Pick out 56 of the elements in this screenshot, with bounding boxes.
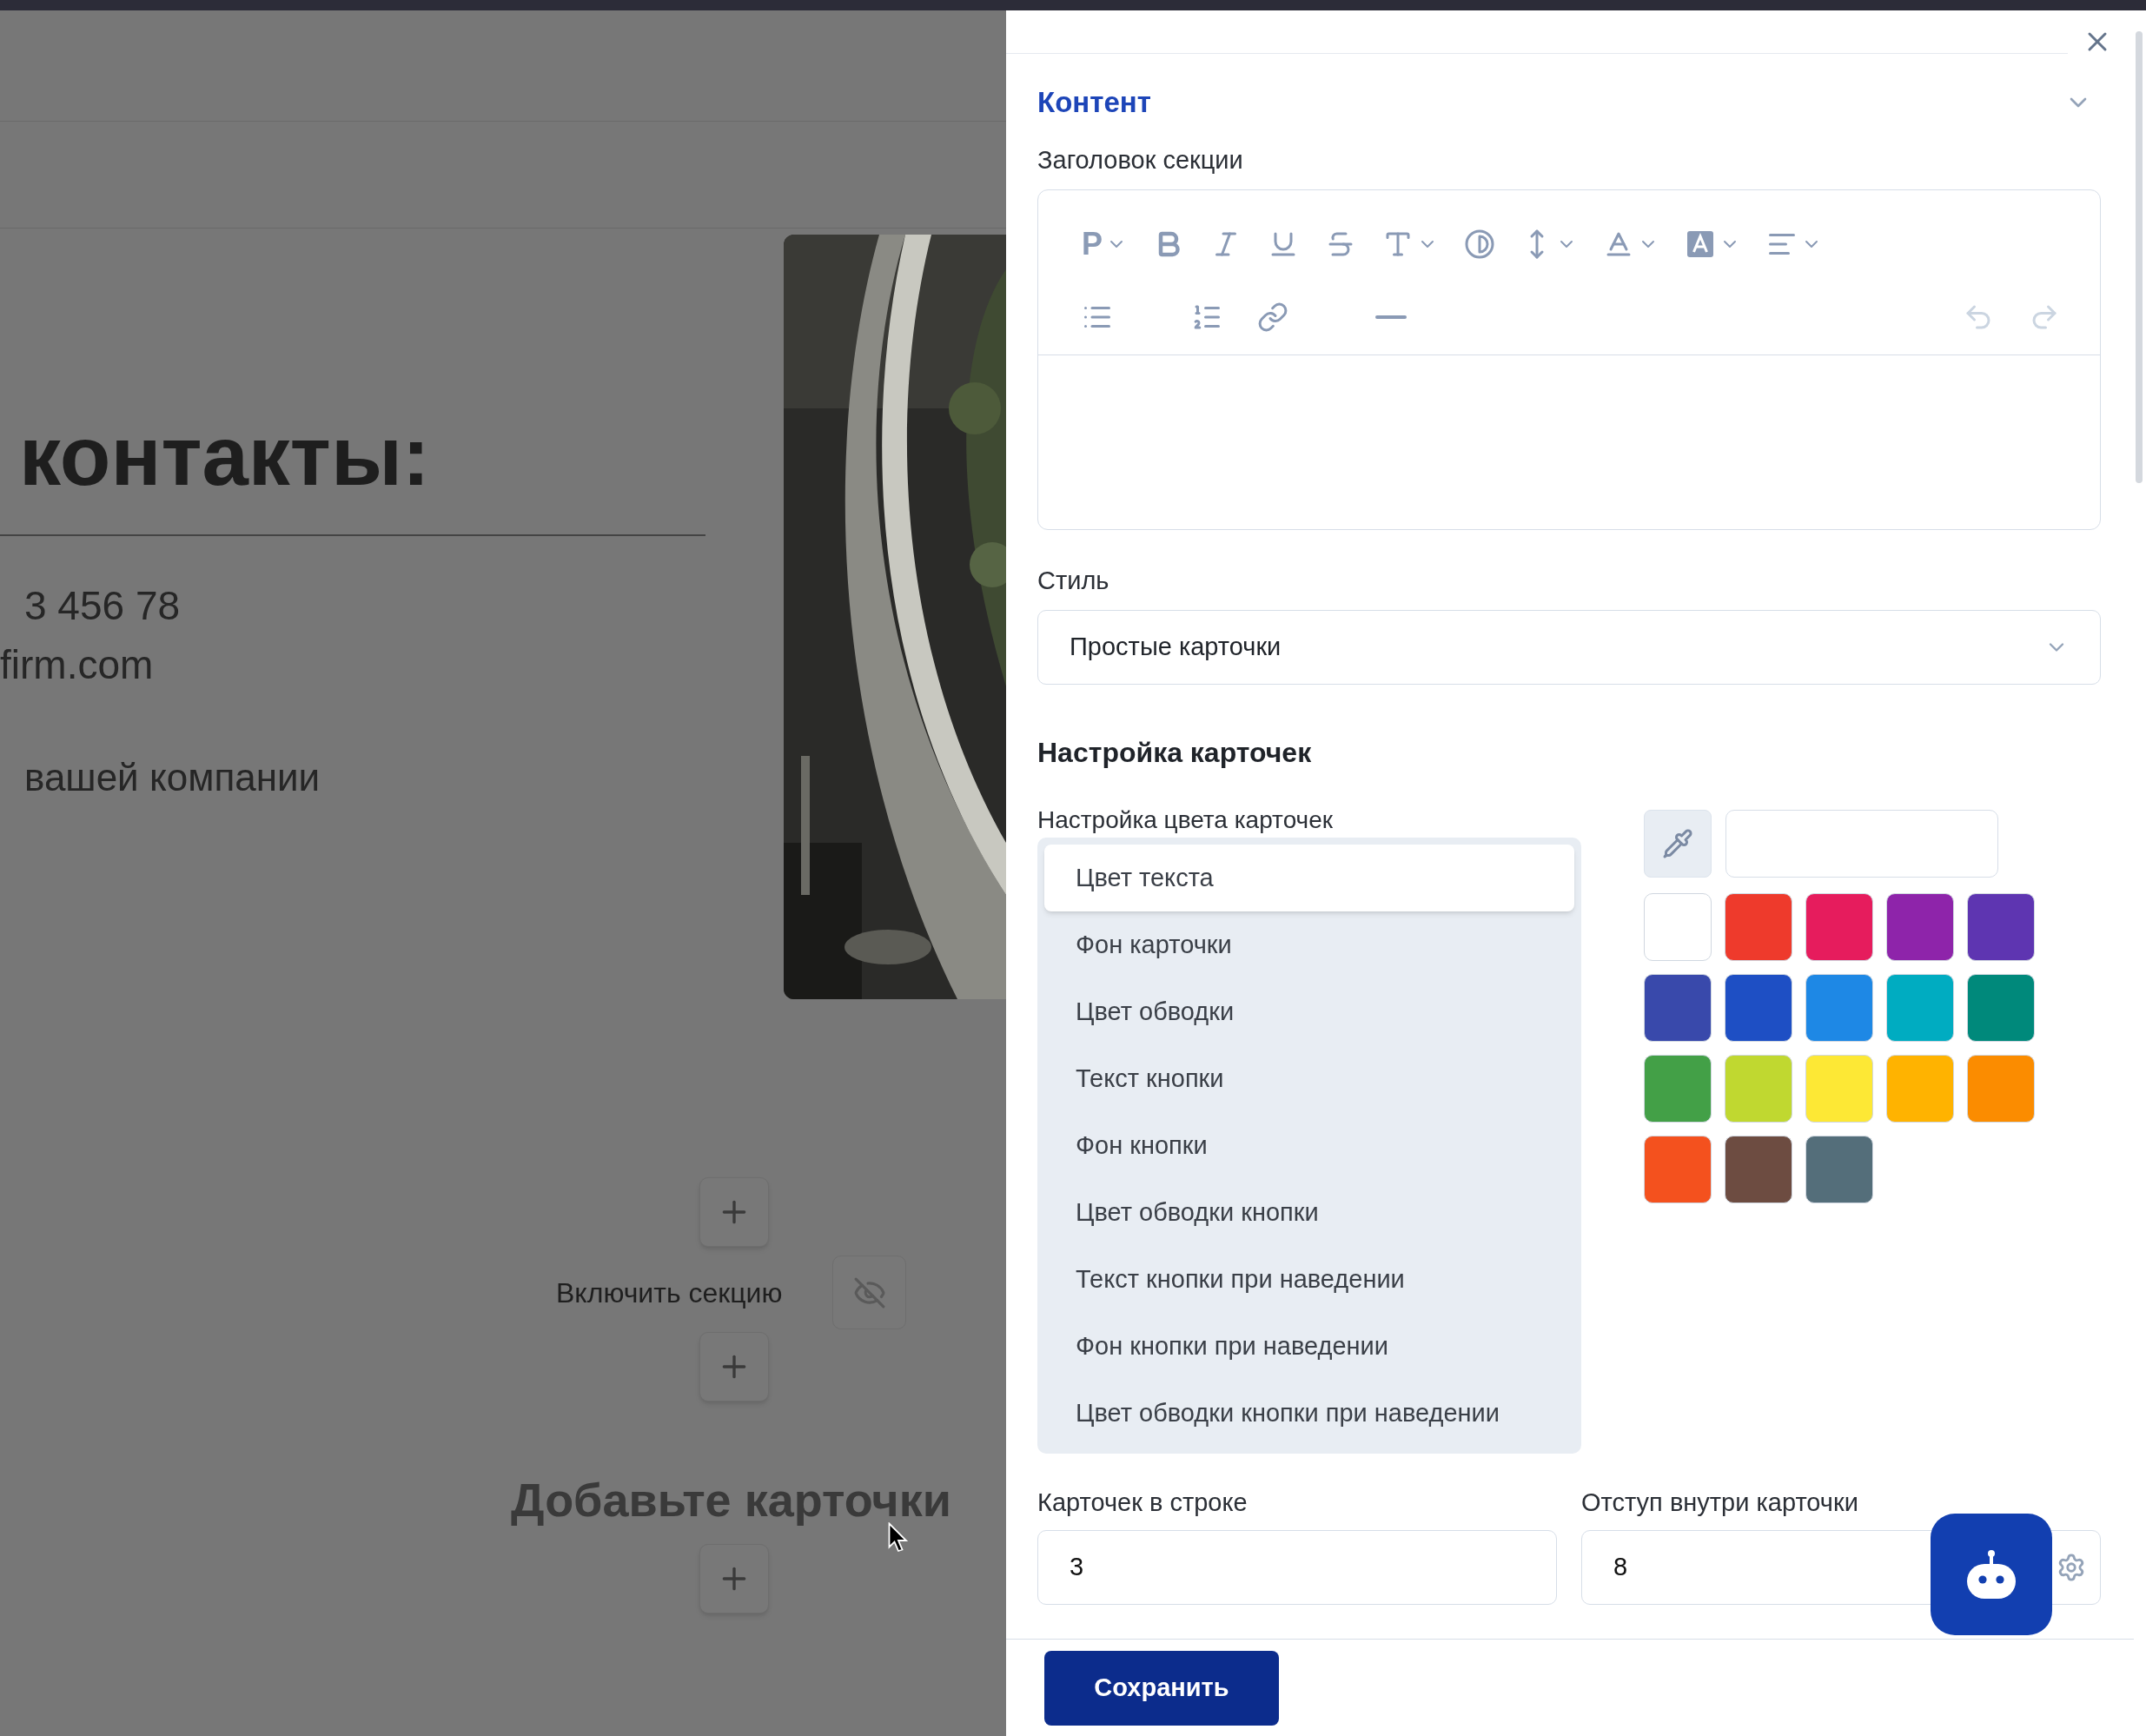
- visibility-button[interactable]: [832, 1256, 906, 1329]
- color-input[interactable]: [1725, 810, 1998, 878]
- color-swatch[interactable]: [1805, 1136, 1873, 1203]
- eye-off-icon: [852, 1275, 886, 1309]
- add-button[interactable]: [699, 1544, 769, 1613]
- color-target-item[interactable]: Цвет обводки кнопки: [1044, 1179, 1574, 1246]
- description-text: вашей компании: [23, 755, 321, 800]
- color-swatch[interactable]: [1805, 1055, 1873, 1123]
- field-label: Стиль: [1037, 566, 1110, 596]
- color-swatch[interactable]: [1725, 1136, 1792, 1203]
- color-swatch[interactable]: [1644, 1136, 1712, 1203]
- eyedropper-icon: [1662, 828, 1693, 859]
- color-swatch[interactable]: [1644, 974, 1712, 1042]
- color-target-item[interactable]: Текст кнопки: [1044, 1045, 1574, 1112]
- add-button[interactable]: [699, 1332, 769, 1401]
- highlight-icon: [1685, 229, 1716, 260]
- color-swatch[interactable]: [1805, 893, 1873, 961]
- color-target-item[interactable]: Фон кнопки: [1044, 1112, 1574, 1179]
- field-label: Заголовок секции: [1037, 145, 1244, 176]
- save-button[interactable]: Сохранить: [1044, 1650, 1279, 1726]
- section-header[interactable]: Контент: [1037, 70, 2101, 136]
- color-swatch[interactable]: [1644, 893, 1712, 961]
- field-label: Карточек в строке: [1037, 1488, 1249, 1518]
- page-heading: контакты:: [18, 413, 431, 500]
- style-select[interactable]: Простые карточки: [1037, 610, 2101, 685]
- contrast-icon: [1464, 229, 1495, 260]
- color-swatch[interactable]: [1967, 893, 2035, 961]
- color-swatch[interactable]: [1805, 974, 1873, 1042]
- assistant-button[interactable]: [1931, 1514, 2052, 1635]
- enable-section-label: Включить секцию: [556, 1275, 784, 1310]
- color-target-item[interactable]: Текст кнопки при наведении: [1044, 1246, 1574, 1313]
- phone-text: 3 456 78: [23, 582, 182, 630]
- number-field[interactable]: 3: [1037, 1530, 1557, 1605]
- color-swatch[interactable]: [1725, 893, 1792, 961]
- color-swatch[interactable]: [1725, 974, 1792, 1042]
- eyedropper-button[interactable]: [1644, 810, 1712, 878]
- link-icon: [1257, 301, 1288, 333]
- add-cards-heading: Добавьте карточки: [510, 1473, 952, 1527]
- color-swatch[interactable]: [1967, 974, 2035, 1042]
- email-text: firm.com: [0, 641, 154, 689]
- gear-icon: [2057, 1553, 2086, 1582]
- color-swatch[interactable]: [1644, 1055, 1712, 1123]
- color-swatch[interactable]: [1886, 893, 1954, 961]
- color-swatch[interactable]: [1725, 1055, 1792, 1123]
- color-swatch[interactable]: [1886, 974, 1954, 1042]
- color-target-item[interactable]: Цвет текста: [1044, 845, 1574, 911]
- field-label: Отступ внутри карточки: [1581, 1488, 1859, 1518]
- color-target-item[interactable]: Фон кнопки при наведении: [1044, 1313, 1574, 1380]
- color-target-item[interactable]: Цвет обводки кнопки при наведении: [1044, 1380, 1574, 1447]
- color-target-item[interactable]: Фон карточки: [1044, 911, 1574, 978]
- add-button[interactable]: [699, 1177, 769, 1247]
- field-label: Настройка цвета карточек: [1037, 805, 1334, 835]
- color-swatch[interactable]: [1886, 1055, 1954, 1123]
- subsection-title: Настройка карточек: [1037, 736, 1313, 770]
- color-swatch[interactable]: [1967, 1055, 2035, 1123]
- color-target-item[interactable]: Цвет обводки: [1044, 978, 1574, 1045]
